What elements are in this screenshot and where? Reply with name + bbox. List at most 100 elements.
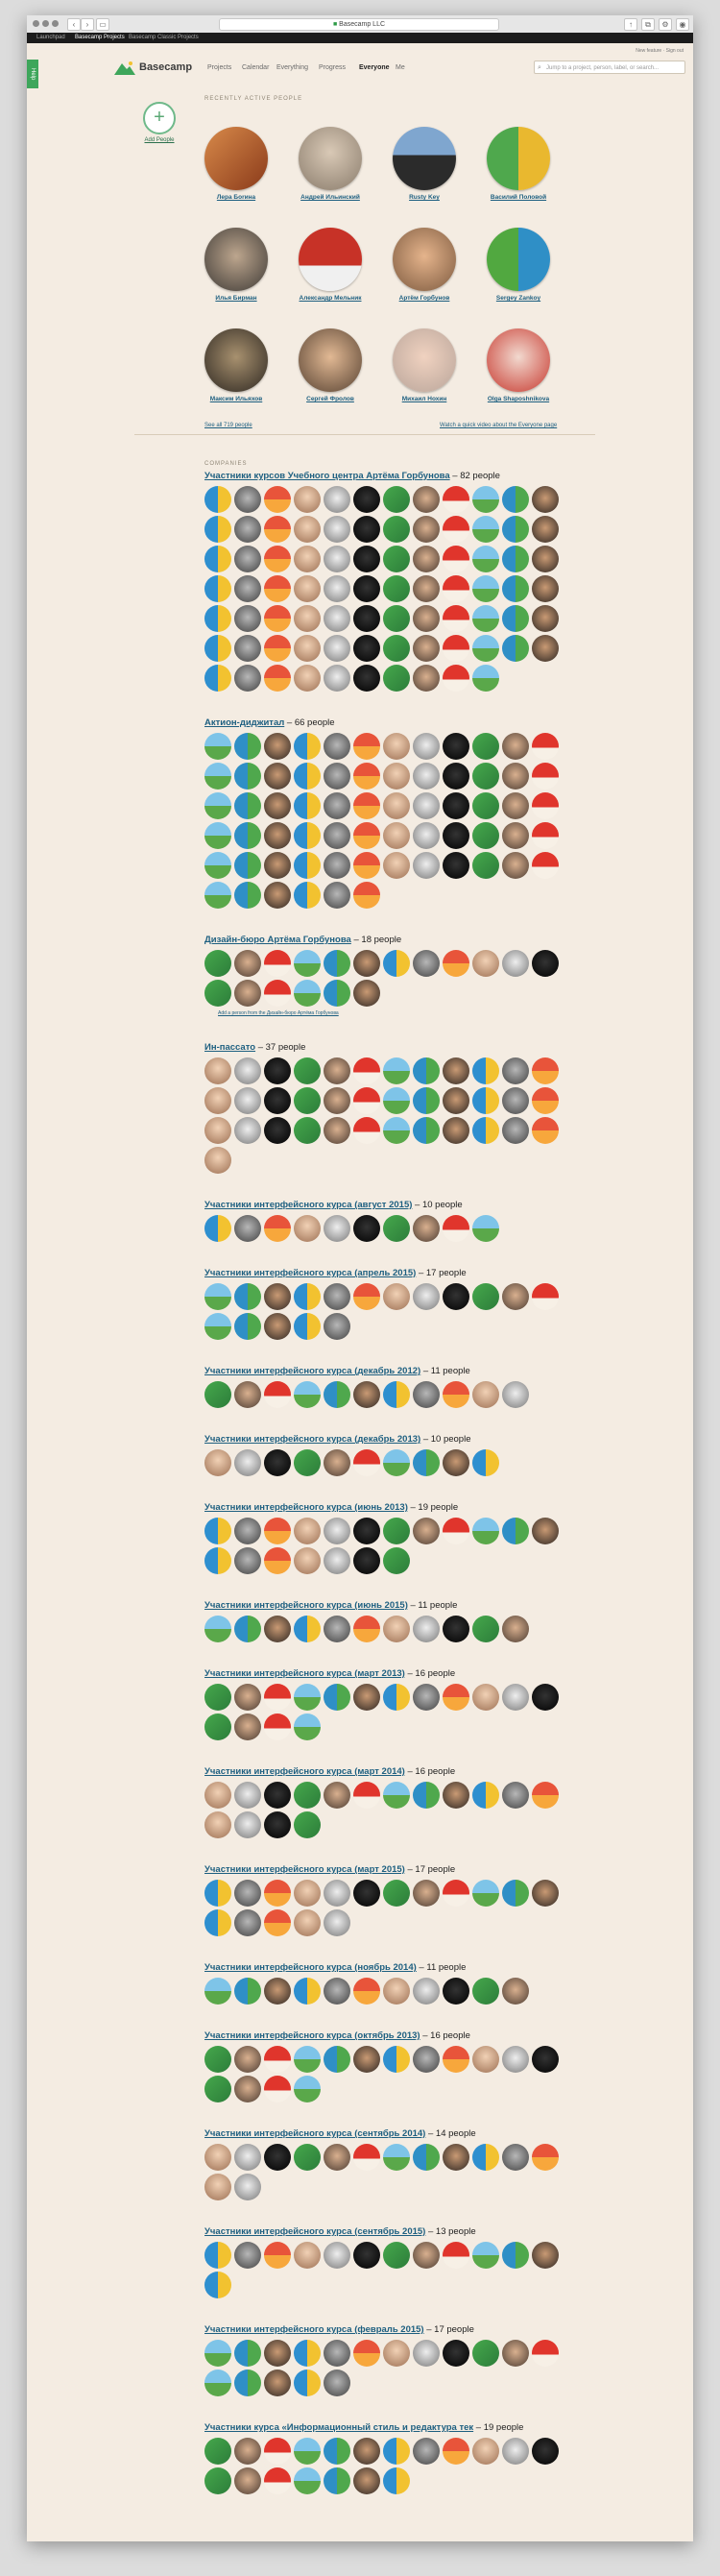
member-avatar[interactable] (472, 2340, 499, 2367)
member-avatar[interactable] (294, 2046, 321, 2073)
member-avatar[interactable] (353, 852, 380, 879)
member-avatar[interactable] (264, 792, 291, 819)
tab-basecamp-classic[interactable]: Basecamp Classic Projects (129, 33, 199, 43)
member-avatar[interactable] (204, 1381, 231, 1408)
member-avatar[interactable] (353, 1782, 380, 1809)
member-avatar[interactable] (353, 635, 380, 662)
member-avatar[interactable] (294, 1449, 321, 1476)
member-avatar[interactable] (383, 1616, 410, 1642)
member-avatar[interactable] (353, 1978, 380, 2005)
member-avatar[interactable] (472, 950, 499, 977)
member-avatar[interactable] (443, 1283, 469, 1310)
member-avatar[interactable] (204, 822, 231, 849)
member-avatar[interactable] (264, 980, 291, 1007)
member-avatar[interactable] (443, 635, 469, 662)
member-avatar[interactable] (294, 1518, 321, 1544)
member-avatar[interactable] (413, 546, 440, 572)
member-avatar[interactable] (383, 486, 410, 513)
member-avatar[interactable] (294, 486, 321, 513)
company-link[interactable]: Участники интерфейсного курса (сентябрь … (204, 2128, 425, 2139)
member-avatar[interactable] (234, 1713, 261, 1740)
member-avatar[interactable] (234, 486, 261, 513)
nav-everything[interactable]: Everything (276, 64, 308, 71)
member-avatar[interactable] (204, 2046, 231, 2073)
member-avatar[interactable] (294, 980, 321, 1007)
member-avatar[interactable] (264, 1782, 291, 1809)
nav-calendar[interactable]: Calendar (242, 64, 269, 71)
member-avatar[interactable] (532, 486, 559, 513)
member-avatar[interactable] (502, 1117, 529, 1144)
member-avatar[interactable] (234, 1811, 261, 1838)
member-avatar[interactable] (383, 546, 410, 572)
member-avatar[interactable] (204, 792, 231, 819)
member-avatar[interactable] (324, 2046, 350, 2073)
member-avatar[interactable] (264, 1087, 291, 1114)
member-avatar[interactable] (383, 2046, 410, 2073)
member-avatar[interactable] (472, 1518, 499, 1544)
member-avatar[interactable] (294, 516, 321, 543)
member-avatar[interactable] (413, 950, 440, 977)
member-avatar[interactable] (502, 1283, 529, 1310)
member-avatar[interactable] (234, 635, 261, 662)
member-avatar[interactable] (532, 575, 559, 602)
member-avatar[interactable] (472, 733, 499, 760)
member-avatar[interactable] (502, 2046, 529, 2073)
member-avatar[interactable] (264, 2144, 291, 2171)
member-avatar[interactable] (264, 605, 291, 632)
add-person-link[interactable]: Add a person from the Дизайн-бюро Артёма… (204, 1010, 569, 1016)
recent-person[interactable]: Артём Горбунов (378, 228, 470, 303)
member-avatar[interactable] (472, 1978, 499, 2005)
member-avatar[interactable] (324, 605, 350, 632)
member-avatar[interactable] (353, 2467, 380, 2494)
member-avatar[interactable] (532, 1057, 559, 1084)
member-avatar[interactable] (413, 852, 440, 879)
member-avatar[interactable] (502, 1087, 529, 1114)
forward-icon[interactable]: › (81, 18, 94, 31)
nav-me[interactable]: Me (396, 64, 405, 71)
member-avatar[interactable] (204, 665, 231, 692)
company-link[interactable]: Участники интерфейсного курса (октябрь 2… (204, 2030, 420, 2041)
extension-icon[interactable]: ◉ (676, 18, 689, 31)
member-avatar[interactable] (264, 1381, 291, 1408)
member-avatar[interactable] (294, 950, 321, 977)
member-avatar[interactable] (472, 516, 499, 543)
member-avatar[interactable] (502, 516, 529, 543)
member-avatar[interactable] (294, 852, 321, 879)
member-avatar[interactable] (234, 1449, 261, 1476)
member-avatar[interactable] (264, 1117, 291, 1144)
member-avatar[interactable] (532, 733, 559, 760)
person-name[interactable]: Rusty Key (378, 194, 470, 202)
member-avatar[interactable] (294, 733, 321, 760)
person-name[interactable]: Лера Боrина (190, 194, 282, 202)
member-avatar[interactable] (413, 1684, 440, 1711)
member-avatar[interactable] (264, 1215, 291, 1242)
member-avatar[interactable] (294, 1117, 321, 1144)
member-avatar[interactable] (443, 2438, 469, 2465)
member-avatar[interactable] (413, 1616, 440, 1642)
back-icon[interactable]: ‹ (67, 18, 81, 31)
member-avatar[interactable] (234, 2144, 261, 2171)
member-avatar[interactable] (502, 1381, 529, 1408)
member-avatar[interactable] (443, 822, 469, 849)
member-avatar[interactable] (443, 486, 469, 513)
member-avatar[interactable] (294, 1381, 321, 1408)
member-avatar[interactable] (204, 1880, 231, 1907)
member-avatar[interactable] (324, 882, 350, 909)
member-avatar[interactable] (324, 2369, 350, 2396)
member-avatar[interactable] (353, 575, 380, 602)
member-avatar[interactable] (204, 1684, 231, 1711)
member-avatar[interactable] (204, 635, 231, 662)
member-avatar[interactable] (264, 665, 291, 692)
member-avatar[interactable] (383, 1880, 410, 1907)
member-avatar[interactable] (234, 1909, 261, 1936)
member-avatar[interactable] (353, 1449, 380, 1476)
member-avatar[interactable] (353, 1283, 380, 1310)
member-avatar[interactable] (532, 1087, 559, 1114)
member-avatar[interactable] (383, 1087, 410, 1114)
member-avatar[interactable] (234, 2340, 261, 2367)
member-avatar[interactable] (443, 733, 469, 760)
member-avatar[interactable] (502, 950, 529, 977)
member-avatar[interactable] (502, 2438, 529, 2465)
sidebar-icon[interactable]: ▭ (96, 18, 109, 31)
member-avatar[interactable] (234, 1087, 261, 1114)
